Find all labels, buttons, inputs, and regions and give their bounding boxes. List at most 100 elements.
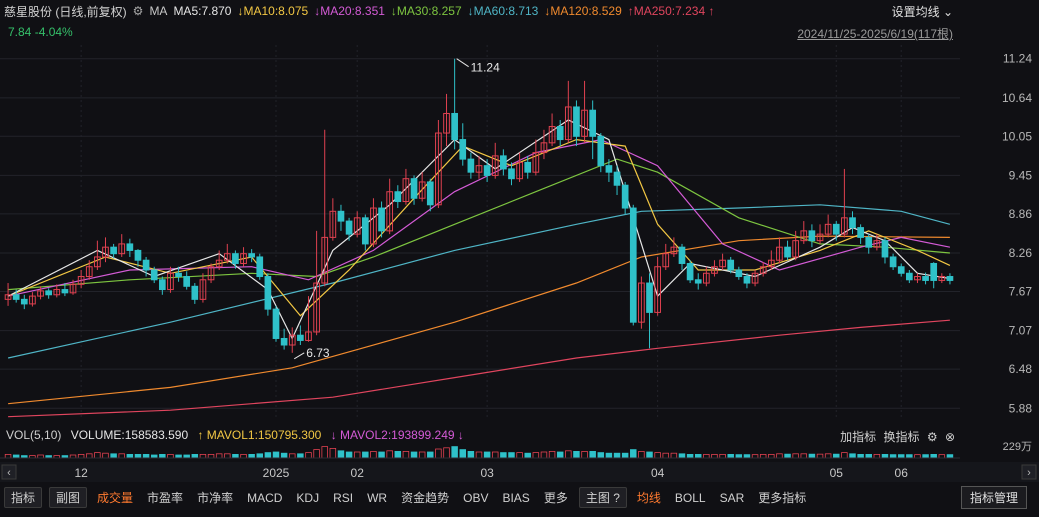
time-tick: 2025 [263,466,290,480]
volume-bar [605,452,613,459]
time-axis-bg [0,462,1039,482]
candle-body [272,308,280,339]
add-indicator-button[interactable]: 加指标 [840,430,876,444]
indicator-manage-button[interactable]: 指标管理 [960,486,1027,509]
volume-bar [256,453,264,459]
help-icon[interactable]: ? [613,491,620,505]
time-tick: 06 [895,466,909,480]
candle-body [361,217,369,245]
volume-bar [167,453,174,459]
main-tab-0[interactable]: 均线 [630,489,668,507]
subchart-tab-5[interactable]: RSI [326,489,360,507]
volume-bar [394,450,402,459]
vol-title: VOL(5,10) [6,428,62,442]
volume-bar [191,453,199,459]
volume-bar [841,452,848,459]
volume-bar [467,450,475,459]
volume-bar [922,454,929,459]
volume-axis-label: 229万 [1003,441,1032,453]
volume-bar [646,451,653,459]
candle-body [451,112,458,141]
ma-line-ma60 [7,204,951,359]
volume-bar [248,453,255,459]
volume-bar [556,451,564,459]
volume-bar [207,453,215,459]
main-chart-button[interactable]: 主图 ? [578,486,627,508]
volume-bar [500,452,507,459]
candle-body [426,181,434,206]
volume-bar [337,450,345,459]
price-tick: 7.07 [1009,324,1033,338]
candle-body [889,256,897,268]
price-tick: 6.48 [1009,362,1033,376]
candle-body [784,246,791,258]
subchart-tab-1[interactable]: 市盈率 [140,489,190,507]
volume-bar [232,453,239,459]
volume-bar [102,452,109,459]
volume-bar [224,453,231,459]
candle-body [508,168,515,180]
volume-bar [808,453,816,459]
volume-bar [686,453,694,459]
price-tick: 8.86 [1009,207,1033,221]
subchart-tab-3[interactable]: MACD [240,489,289,507]
candle-body [394,191,402,203]
volume-bar [589,450,596,459]
subchart-tab-8[interactable]: OBV [456,489,495,507]
volume-bar [621,452,629,459]
volume-bar [272,451,280,459]
subchart-tab-9[interactable]: BIAS [495,489,536,507]
volume-bar [735,454,743,459]
volume-bar [118,453,125,459]
subchart-tab-2[interactable]: 市净率 [190,489,240,507]
volume-bar [613,452,621,459]
subchart-tab-10[interactable]: 更多 [537,489,575,507]
main-tab-1[interactable]: BOLL [668,489,713,507]
subchart-button[interactable]: 副图 [49,486,88,508]
volume-bar [516,452,523,459]
subchart-tab-7[interactable]: 资金趋势 [394,489,456,507]
volume-bar [126,453,134,459]
volume-bar [914,454,921,459]
volume-bar [638,450,645,459]
candle-body [142,259,150,271]
volume-header: VOL(5,10) VOLUME:158583.590 ↑ MAVOL1:150… [6,428,470,442]
candle-body [832,223,840,235]
volume-actions: 加指标 换指标 ⚙ ⊗ [836,428,955,445]
volume-bar [743,454,751,459]
main-tab-3[interactable]: 更多指标 [751,489,813,507]
volume-bar [881,453,889,459]
volume-bar [800,453,808,459]
volume-bar [759,453,767,459]
candle-body [134,249,142,261]
volume-bar [418,451,426,459]
candle-body [646,282,653,313]
volume-bar [906,454,913,459]
chevron-right-icon: › [1027,467,1031,479]
volume-bar [930,453,937,459]
volume-bar [873,453,881,459]
subchart-tab-0[interactable]: 成交量 [90,489,140,507]
candle-body [849,217,856,229]
vol-value: VOLUME:158583.590 [70,428,189,442]
indicators-button[interactable]: 指标 [4,486,43,508]
volume-bar [459,449,467,459]
candle-body [183,276,191,287]
volume-bar [938,454,946,459]
volume-bar [670,452,678,459]
switch-indicator-button[interactable]: 换指标 [883,430,919,444]
gear-icon[interactable]: ⚙ [927,430,938,444]
candle-body [930,262,938,281]
volume-bar [289,453,296,459]
subchart-tab-4[interactable]: KDJ [289,489,326,507]
candle-body [686,262,694,281]
volume-bar [280,452,288,459]
volume-bar [573,450,580,459]
subchart-tab-6[interactable]: WR [360,489,394,507]
candle-body [297,334,304,341]
volume-bar [329,447,337,459]
candle-body [621,184,629,209]
candle-body [45,290,52,296]
close-icon[interactable]: ⊗ [945,430,955,444]
main-tab-2[interactable]: SAR [713,489,752,507]
